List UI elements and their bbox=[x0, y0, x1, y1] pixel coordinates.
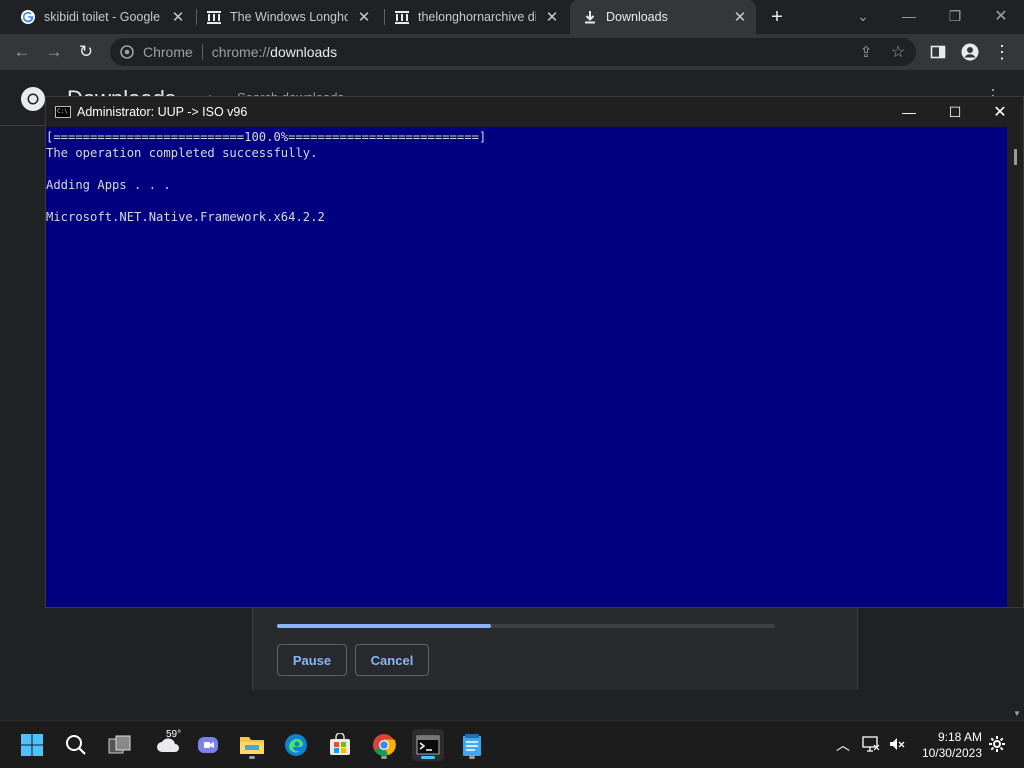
task-view-icon[interactable] bbox=[104, 729, 136, 761]
console-scrollbar[interactable] bbox=[1007, 127, 1023, 607]
weather-temperature: 59° bbox=[166, 729, 182, 740]
active-window-indicator bbox=[421, 756, 435, 759]
running-indicator bbox=[469, 756, 475, 759]
console-output[interactable]: [==========================100.0%=======… bbox=[46, 127, 1007, 607]
tab-title: skibidi toilet - Google Search bbox=[44, 10, 162, 24]
site-chip-label: Chrome bbox=[143, 44, 193, 60]
google-g-icon bbox=[20, 9, 36, 25]
console-titlebar[interactable]: C:\ Administrator: UUP -> ISO v96 — ☐ ✕ bbox=[46, 97, 1023, 127]
address-bar[interactable]: Chrome chrome://downloads bbox=[110, 38, 916, 66]
console-minimize-icon[interactable]: — bbox=[886, 97, 932, 127]
clock-time: 9:18 AM bbox=[937, 730, 982, 744]
taskbar-clock[interactable]: 9:18 AM 10/30/2023 bbox=[912, 729, 982, 761]
network-icon[interactable] bbox=[862, 735, 880, 758]
console-window[interactable]: C:\ Administrator: UUP -> ISO v96 — ☐ ✕ … bbox=[45, 96, 1024, 608]
search-icon[interactable] bbox=[60, 729, 92, 761]
weather-icon[interactable]: 59° bbox=[148, 729, 188, 761]
tab-downloads[interactable]: Downloads ✕ bbox=[570, 0, 756, 34]
terminal-icon[interactable] bbox=[412, 729, 444, 761]
browser-tab-strip: skibidi toilet - Google Search ✕ The Win… bbox=[0, 0, 1024, 34]
download-arrow-icon bbox=[582, 9, 598, 25]
notification-settings-icon[interactable] bbox=[988, 735, 1006, 758]
console-maximize-icon[interactable]: ☐ bbox=[932, 97, 978, 127]
show-hidden-icons-chevron-icon[interactable]: ︿ bbox=[836, 735, 850, 755]
bookmark-star-icon[interactable]: ☆ bbox=[886, 40, 910, 64]
running-indicator bbox=[381, 756, 387, 759]
console-line: [==========================100.0%=======… bbox=[46, 130, 487, 144]
new-tab-button[interactable]: + bbox=[766, 6, 788, 28]
running-indicator bbox=[249, 756, 255, 759]
windows-taskbar: 59° ︿ 9:18 AM 10/30/2023 bbox=[0, 720, 1024, 768]
forward-arrow-icon[interactable]: → bbox=[42, 40, 66, 64]
scroll-down-arrow-icon[interactable]: ▼ bbox=[1013, 709, 1021, 718]
tab-separator bbox=[384, 9, 385, 25]
minimize-icon[interactable]: — bbox=[886, 0, 932, 32]
close-window-icon[interactable]: ✕ bbox=[978, 0, 1024, 32]
file-explorer-icon[interactable] bbox=[236, 729, 268, 761]
back-arrow-icon[interactable]: ← bbox=[10, 40, 34, 64]
console-line: Adding Apps . . . bbox=[46, 178, 171, 192]
tab-longhorn-directory[interactable]: thelonghornarchive directory ✕ bbox=[386, 0, 572, 34]
chrome-icon[interactable] bbox=[368, 729, 400, 761]
close-tab-icon[interactable]: ✕ bbox=[544, 9, 560, 26]
chrome-menu-icon[interactable]: ⋮ bbox=[990, 40, 1014, 64]
volume-muted-icon[interactable] bbox=[888, 735, 906, 758]
tab-title: Downloads bbox=[606, 10, 668, 24]
url-host: downloads bbox=[270, 44, 338, 60]
archive-building-icon bbox=[394, 9, 410, 25]
omnibox-divider bbox=[201, 44, 203, 60]
archive-building-icon bbox=[206, 9, 222, 25]
notepad-icon[interactable] bbox=[456, 729, 488, 761]
tab-separator bbox=[196, 9, 197, 25]
console-title: Administrator: UUP -> ISO v96 bbox=[77, 105, 248, 119]
download-progress-fill bbox=[277, 624, 492, 628]
url-scheme: chrome:// bbox=[211, 44, 271, 60]
tab-search-chevron-icon[interactable]: ⌄ bbox=[840, 0, 886, 32]
console-close-icon[interactable]: ✕ bbox=[977, 97, 1023, 127]
close-tab-icon[interactable]: ✕ bbox=[170, 9, 186, 26]
close-tab-icon[interactable]: ✕ bbox=[356, 9, 372, 26]
edge-icon[interactable] bbox=[280, 729, 312, 761]
console-scroll-thumb[interactable] bbox=[1014, 149, 1017, 165]
browser-toolbar: ← → ↻ Chrome chrome://downloads ⇪ ☆ ⋮ bbox=[0, 34, 1024, 70]
store-icon[interactable] bbox=[324, 729, 356, 761]
clock-date: 10/30/2023 bbox=[921, 746, 982, 760]
share-icon[interactable]: ⇪ bbox=[854, 40, 878, 64]
teams-chat-icon[interactable] bbox=[192, 729, 224, 761]
side-panel-icon[interactable] bbox=[926, 40, 950, 64]
chrome-site-icon bbox=[119, 44, 135, 60]
tab-google-search[interactable]: skibidi toilet - Google Search ✕ bbox=[12, 0, 198, 34]
tab-title: thelonghornarchive directory bbox=[418, 10, 536, 24]
tab-title: The Windows Longhorn Archive bbox=[230, 10, 348, 24]
restore-icon[interactable]: ❐ bbox=[932, 0, 978, 32]
chrome-logo-icon bbox=[20, 86, 46, 117]
cancel-button[interactable]: Cancel bbox=[355, 644, 429, 676]
close-tab-icon[interactable]: ✕ bbox=[732, 9, 748, 26]
reload-icon[interactable]: ↻ bbox=[74, 40, 98, 64]
tab-longhorn-archive[interactable]: The Windows Longhorn Archive ✕ bbox=[198, 0, 384, 34]
console-line: The operation completed successfully. bbox=[46, 146, 318, 160]
command-prompt-icon: C:\ bbox=[55, 106, 71, 118]
pause-button[interactable]: Pause bbox=[277, 644, 347, 676]
console-line: Microsoft.NET.Native.Framework.x64.2.2 bbox=[46, 210, 325, 224]
start-icon[interactable] bbox=[16, 729, 48, 761]
download-progress-bar bbox=[277, 624, 775, 628]
profile-avatar-icon[interactable] bbox=[958, 40, 982, 64]
